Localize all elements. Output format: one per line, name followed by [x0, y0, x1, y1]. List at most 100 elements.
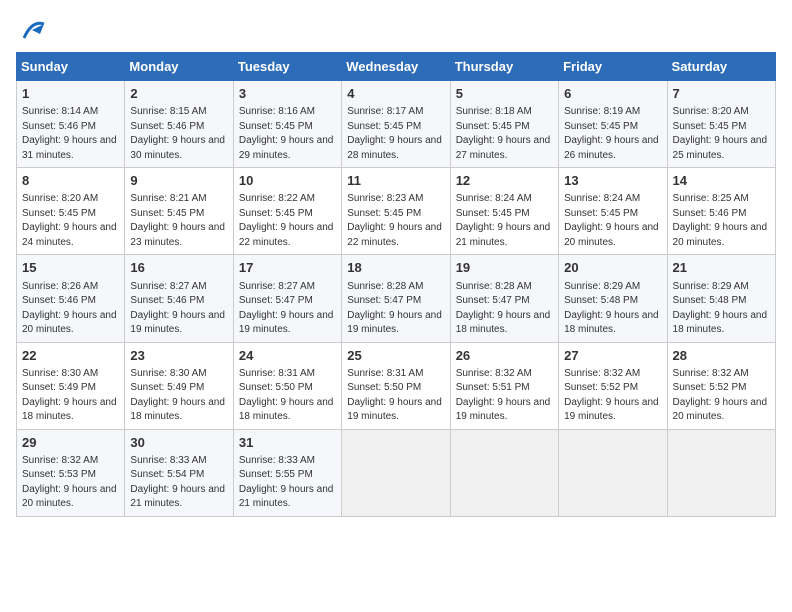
day-info: Sunrise: 8:24 AMSunset: 5:45 PMDaylight:… — [456, 192, 553, 250]
day-info: Sunrise: 8:31 AMSunset: 5:50 PMDaylight:… — [347, 367, 444, 425]
logo — [16, 16, 46, 44]
calendar-cell: 18Sunrise: 8:28 AMSunset: 5:47 PMDayligh… — [342, 255, 450, 342]
day-number: 11 — [347, 172, 444, 190]
calendar-cell: 11 Sunrise: 8:23 AMSunset: 5:45 PMDayligh… — [342, 168, 450, 255]
day-number: 24 — [239, 347, 336, 365]
calendar-cell: 27 Sunrise: 8:32 AMSunset: 5:52 PMDayligh… — [559, 342, 667, 429]
day-info: Sunrise: 8:18 AMSunset: 5:45 PMDaylight:… — [456, 105, 553, 163]
calendar-cell — [667, 429, 775, 516]
header-sunday: Sunday — [17, 53, 125, 81]
day-info: Sunrise: 8:19 AMSunset: 5:45 PMDaylight:… — [564, 105, 661, 163]
calendar-cell: 7Sunrise: 8:20 AMSunset: 5:45 PMDaylight… — [667, 81, 775, 168]
day-number: 2 — [130, 85, 227, 103]
day-number: 13 — [564, 172, 661, 190]
day-info: Sunrise: 8:26 AMSunset: 5:46 PMDaylight:… — [22, 280, 119, 338]
day-number: 26 — [456, 347, 553, 365]
day-info: Sunrise: 8:14 AMSunset: 5:46 PMDaylight:… — [22, 105, 119, 163]
day-info: Sunrise: 8:16 AMSunset: 5:45 PMDaylight:… — [239, 105, 336, 163]
day-info: Sunrise: 8:21 AMSunset: 5:45 PMDaylight:… — [130, 192, 227, 250]
calendar-cell: 23 Sunrise: 8:30 AMSunset: 5:49 PMDayligh… — [125, 342, 233, 429]
day-number: 8 — [22, 172, 119, 190]
calendar-table: SundayMondayTuesdayWednesdayThursdayFrid… — [16, 52, 776, 517]
day-info: Sunrise: 8:22 AMSunset: 5:45 PMDaylight:… — [239, 192, 336, 250]
calendar-cell — [559, 429, 667, 516]
day-info: Sunrise: 8:28 AMSunset: 5:47 PMDaylight:… — [456, 280, 553, 338]
day-info: Sunrise: 8:29 AMSunset: 5:48 PMDaylight:… — [673, 280, 770, 338]
header-wednesday: Wednesday — [342, 53, 450, 81]
day-info: Sunrise: 8:20 AMSunset: 5:45 PMDaylight:… — [673, 105, 770, 163]
day-info: Sunrise: 8:24 AMSunset: 5:45 PMDaylight:… — [564, 192, 661, 250]
day-info: Sunrise: 8:20 AMSunset: 5:45 PMDaylight:… — [22, 192, 119, 250]
day-info: Sunrise: 8:27 AMSunset: 5:46 PMDaylight:… — [130, 280, 227, 338]
day-info: Sunrise: 8:23 AMSunset: 5:45 PMDaylight:… — [347, 192, 444, 250]
day-number: 29 — [22, 434, 119, 452]
calendar-cell: 13 Sunrise: 8:24 AMSunset: 5:45 PMDayligh… — [559, 168, 667, 255]
logo-icon — [18, 16, 46, 44]
page-header — [16, 16, 776, 44]
calendar-cell — [342, 429, 450, 516]
calendar-cell: 28 Sunrise: 8:32 AMSunset: 5:52 PMDayligh… — [667, 342, 775, 429]
calendar-cell: 20Sunrise: 8:29 AMSunset: 5:48 PMDayligh… — [559, 255, 667, 342]
calendar-cell: 25 Sunrise: 8:31 AMSunset: 5:50 PMDayligh… — [342, 342, 450, 429]
day-info: Sunrise: 8:33 AMSunset: 5:54 PMDaylight:… — [130, 454, 227, 512]
day-number: 30 — [130, 434, 227, 452]
day-number: 23 — [130, 347, 227, 365]
calendar-week-4: 22Sunrise: 8:30 AMSunset: 5:49 PMDayligh… — [17, 342, 776, 429]
calendar-cell: 2 Sunrise: 8:15 AMSunset: 5:46 PMDaylight… — [125, 81, 233, 168]
day-number: 9 — [130, 172, 227, 190]
day-number: 21 — [673, 259, 770, 277]
calendar-week-1: 1 Sunrise: 8:14 AMSunset: 5:46 PMDaylight… — [17, 81, 776, 168]
calendar-week-5: 29 Sunrise: 8:32 AMSunset: 5:53 PMDayligh… — [17, 429, 776, 516]
day-number: 19 — [456, 259, 553, 277]
calendar-cell: 15 Sunrise: 8:26 AMSunset: 5:46 PMDayligh… — [17, 255, 125, 342]
day-number: 14 — [673, 172, 770, 190]
day-info: Sunrise: 8:32 AMSunset: 5:53 PMDaylight:… — [22, 454, 119, 512]
calendar-cell: 26Sunrise: 8:32 AMSunset: 5:51 PMDayligh… — [450, 342, 558, 429]
day-info: Sunrise: 8:33 AMSunset: 5:55 PMDaylight:… — [239, 454, 336, 512]
day-number: 25 — [347, 347, 444, 365]
day-number: 27 — [564, 347, 661, 365]
header-friday: Friday — [559, 53, 667, 81]
day-number: 4 — [347, 85, 444, 103]
calendar-cell: 21 Sunrise: 8:29 AMSunset: 5:48 PMDayligh… — [667, 255, 775, 342]
calendar-cell: 3 Sunrise: 8:16 AMSunset: 5:45 PMDaylight… — [233, 81, 341, 168]
calendar-week-2: 8 Sunrise: 8:20 AMSunset: 5:45 PMDaylight… — [17, 168, 776, 255]
calendar-cell: 16 Sunrise: 8:27 AMSunset: 5:46 PMDayligh… — [125, 255, 233, 342]
header-tuesday: Tuesday — [233, 53, 341, 81]
day-info: Sunrise: 8:32 AMSunset: 5:52 PMDaylight:… — [673, 367, 770, 425]
day-number: 15 — [22, 259, 119, 277]
calendar-cell: 17 Sunrise: 8:27 AMSunset: 5:47 PMDayligh… — [233, 255, 341, 342]
day-number: 3 — [239, 85, 336, 103]
day-number: 20 — [564, 259, 661, 277]
calendar-cell: 24Sunrise: 8:31 AMSunset: 5:50 PMDayligh… — [233, 342, 341, 429]
calendar-cell: 22Sunrise: 8:30 AMSunset: 5:49 PMDayligh… — [17, 342, 125, 429]
calendar-cell: 12Sunrise: 8:24 AMSunset: 5:45 PMDayligh… — [450, 168, 558, 255]
day-info: Sunrise: 8:30 AMSunset: 5:49 PMDaylight:… — [22, 367, 119, 425]
calendar-cell: 4 Sunrise: 8:17 AMSunset: 5:45 PMDaylight… — [342, 81, 450, 168]
day-info: Sunrise: 8:15 AMSunset: 5:46 PMDaylight:… — [130, 105, 227, 163]
calendar-cell: 10Sunrise: 8:22 AMSunset: 5:45 PMDayligh… — [233, 168, 341, 255]
calendar-cell: 6 Sunrise: 8:19 AMSunset: 5:45 PMDaylight… — [559, 81, 667, 168]
calendar-cell: 5 Sunrise: 8:18 AMSunset: 5:45 PMDaylight… — [450, 81, 558, 168]
calendar-cell: 19 Sunrise: 8:28 AMSunset: 5:47 PMDayligh… — [450, 255, 558, 342]
day-info: Sunrise: 8:27 AMSunset: 5:47 PMDaylight:… — [239, 280, 336, 338]
calendar-cell: 14 Sunrise: 8:25 AMSunset: 5:46 PMDayligh… — [667, 168, 775, 255]
calendar-cell: 8 Sunrise: 8:20 AMSunset: 5:45 PMDaylight… — [17, 168, 125, 255]
day-info: Sunrise: 8:30 AMSunset: 5:49 PMDaylight:… — [130, 367, 227, 425]
header-monday: Monday — [125, 53, 233, 81]
day-info: Sunrise: 8:17 AMSunset: 5:45 PMDaylight:… — [347, 105, 444, 163]
day-number: 5 — [456, 85, 553, 103]
day-number: 18 — [347, 259, 444, 277]
calendar-cell: 1 Sunrise: 8:14 AMSunset: 5:46 PMDaylight… — [17, 81, 125, 168]
day-number: 6 — [564, 85, 661, 103]
calendar-cell — [450, 429, 558, 516]
calendar-week-3: 15 Sunrise: 8:26 AMSunset: 5:46 PMDayligh… — [17, 255, 776, 342]
day-number: 16 — [130, 259, 227, 277]
day-info: Sunrise: 8:25 AMSunset: 5:46 PMDaylight:… — [673, 192, 770, 250]
day-info: Sunrise: 8:32 AMSunset: 5:52 PMDaylight:… — [564, 367, 661, 425]
day-number: 17 — [239, 259, 336, 277]
day-number: 1 — [22, 85, 119, 103]
day-number: 28 — [673, 347, 770, 365]
calendar-header-row: SundayMondayTuesdayWednesdayThursdayFrid… — [17, 53, 776, 81]
calendar-cell: 31Sunrise: 8:33 AMSunset: 5:55 PMDayligh… — [233, 429, 341, 516]
